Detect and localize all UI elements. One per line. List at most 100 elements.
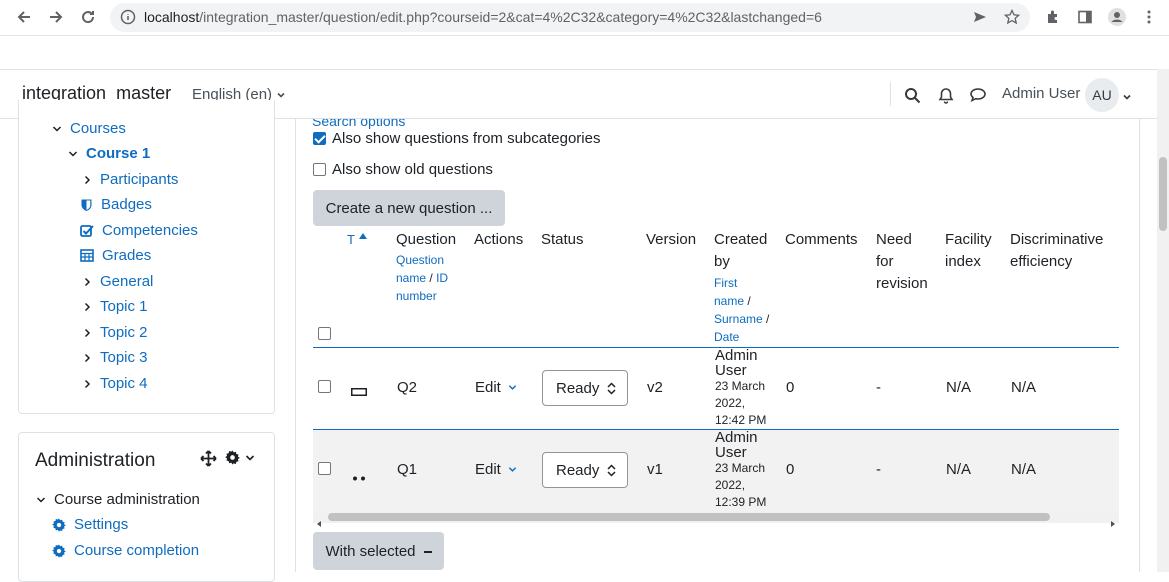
sort-surname[interactable]: Surname	[714, 312, 763, 326]
create-question-button[interactable]: Create a new question ...	[313, 190, 505, 226]
chevron-right-icon	[84, 328, 91, 337]
page-scrollbar-thumb[interactable]	[1159, 157, 1167, 231]
date-line-1: 23 March	[715, 461, 766, 475]
type-column-header[interactable]: T	[347, 229, 368, 251]
old-questions-option[interactable]: Also show old questions	[313, 161, 493, 178]
search-options-link[interactable]: Search options	[312, 119, 405, 129]
chevron-right-icon	[84, 277, 91, 286]
chevron-down-icon	[245, 454, 255, 461]
navigation-block: Courses Course 1 Participants Badges Com…	[18, 100, 275, 414]
address-bar[interactable]: localhost/integration_master/question/ed…	[110, 3, 1030, 32]
nav-item-label: Topic 4	[100, 375, 148, 392]
forward-icon[interactable]	[44, 5, 68, 29]
nav-item-badges[interactable]: Badges	[80, 196, 152, 213]
block-actions-menu[interactable]	[225, 450, 255, 465]
scroll-right-icon[interactable]	[1110, 514, 1116, 532]
extensions-icon[interactable]	[1041, 5, 1065, 29]
avatar[interactable]: AU	[1085, 78, 1119, 112]
shield-icon	[81, 199, 92, 211]
select-all-checkbox[interactable]	[318, 327, 331, 340]
comments-column-header: Comments	[785, 231, 858, 248]
scroll-left-icon[interactable]	[316, 514, 322, 532]
chevron-down-icon	[36, 496, 46, 503]
need-revision-column-header: Need for revision	[876, 229, 928, 295]
question-name: Q1	[397, 461, 418, 478]
course-administration[interactable]: Course administration	[36, 491, 200, 508]
scrollbar-thumb[interactable]	[328, 513, 1050, 521]
disc-line-1: Discriminative	[1010, 231, 1104, 248]
short-answer-icon	[351, 383, 367, 401]
subcategories-option[interactable]: Also show questions from subcategories	[313, 130, 600, 147]
with-selected-button[interactable]: With selected	[313, 532, 444, 570]
status-select[interactable]: Ready	[542, 370, 628, 406]
reload-icon[interactable]	[76, 5, 100, 29]
nav-item-label: Competencies	[102, 222, 198, 239]
nav-course[interactable]: Course 1	[68, 145, 150, 162]
old-questions-checkbox[interactable]	[313, 163, 326, 176]
user-name[interactable]: Admin User	[1002, 85, 1080, 102]
created-by-line-1: Created	[714, 231, 768, 248]
facility-index-value: N/A	[946, 461, 972, 478]
nav-item-participants[interactable]: Participants	[82, 171, 178, 188]
created-by-column-header: Created by	[714, 229, 767, 273]
discriminative-efficiency-value: N/A	[1011, 461, 1037, 478]
profile-icon[interactable]	[1105, 5, 1129, 29]
comments-link[interactable]: 0	[786, 461, 794, 478]
checkbox-icon	[80, 224, 94, 237]
chevron-down-icon[interactable]	[1122, 89, 1132, 107]
nav-item-topic-3[interactable]: Topic 3	[82, 349, 148, 366]
chevron-down-icon	[508, 467, 517, 472]
disc-line-2: efficiency	[1010, 253, 1073, 270]
nav-item-topic-1[interactable]: Topic 1	[82, 298, 148, 315]
table-horizontal-scrollbar[interactable]	[313, 511, 1119, 527]
menu-dots-icon[interactable]	[1137, 5, 1161, 29]
with-selected-label: With selected	[325, 542, 416, 560]
nav-item-label: General	[100, 273, 154, 290]
subcategories-checkbox[interactable]	[313, 132, 326, 145]
chevron-down-icon	[508, 385, 517, 390]
discriminative-efficiency-value: N/A	[1011, 379, 1037, 396]
admin-item-course-completion[interactable]: Course completion	[52, 542, 199, 559]
sort-date[interactable]: Date	[714, 330, 739, 344]
send-icon[interactable]	[972, 9, 988, 30]
status-select[interactable]: Ready	[542, 452, 628, 488]
admin-item-label: Course completion	[74, 542, 200, 559]
header-divider	[890, 82, 891, 106]
page-scrollbar[interactable]	[1157, 69, 1169, 572]
comments-link[interactable]: 0	[786, 379, 794, 396]
bell-icon[interactable]	[935, 84, 957, 106]
nav-course-label: Course 1	[86, 145, 151, 162]
creator-line-1: Admin	[715, 347, 758, 364]
need-revision-value: -	[876, 379, 881, 396]
nav-item-grades[interactable]: Grades	[80, 247, 151, 264]
creator-name: Admin User	[715, 348, 758, 378]
creator-line-2: User	[715, 362, 747, 379]
edit-label: Edit	[475, 461, 501, 478]
admin-item-settings[interactable]: Settings	[52, 516, 128, 533]
side-panel-icon[interactable]	[1073, 5, 1097, 29]
type-sort-label: T	[347, 232, 355, 247]
back-icon[interactable]	[12, 5, 36, 29]
messages-icon[interactable]	[967, 84, 989, 106]
move-icon[interactable]	[200, 450, 217, 472]
creator-line-2: User	[715, 444, 747, 461]
edit-menu[interactable]: Edit	[475, 461, 517, 478]
nav-item-label: Grades	[102, 247, 152, 264]
version-value: v2	[647, 379, 663, 396]
nav-item-general[interactable]: General	[82, 273, 153, 290]
edit-menu[interactable]: Edit	[475, 379, 517, 396]
nav-courses[interactable]: Courses	[52, 120, 126, 137]
info-icon[interactable]	[120, 9, 136, 30]
search-icon[interactable]	[901, 84, 923, 106]
table-icon	[80, 249, 94, 262]
creator-line-1: Admin	[715, 429, 758, 446]
nav-item-competencies[interactable]: Competencies	[80, 222, 198, 239]
row-checkbox[interactable]	[318, 380, 331, 393]
nav-item-topic-4[interactable]: Topic 4	[82, 375, 148, 392]
administration-block: Administration Course administration Set…	[18, 432, 275, 582]
row-checkbox[interactable]	[318, 462, 331, 475]
chevron-right-icon	[84, 379, 91, 388]
nav-item-topic-2[interactable]: Topic 2	[82, 324, 148, 341]
sort-first-name[interactable]: First name	[714, 276, 744, 308]
star-icon[interactable]	[1003, 8, 1021, 30]
